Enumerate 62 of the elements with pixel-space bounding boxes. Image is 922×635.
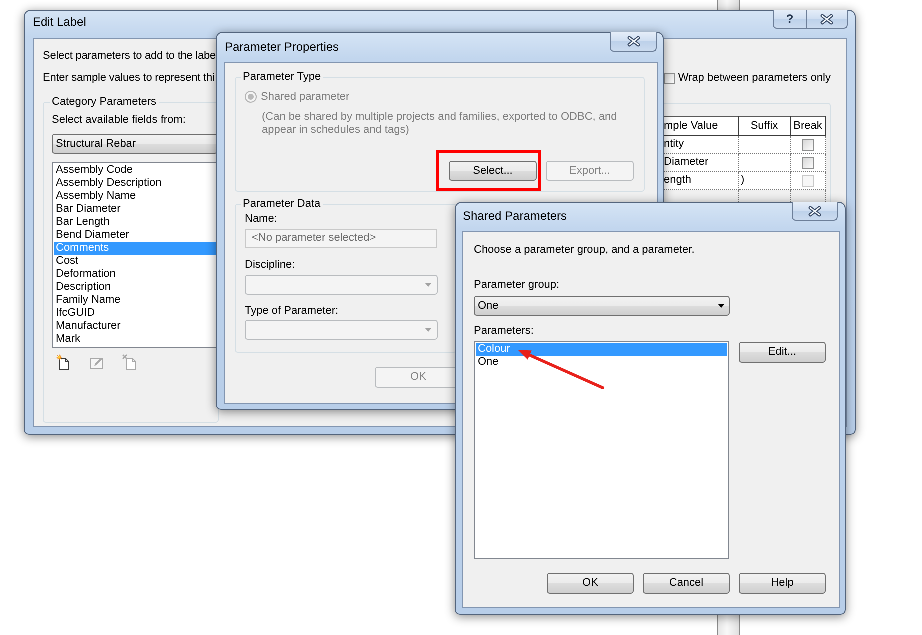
checkbox[interactable] bbox=[664, 72, 676, 84]
close-button[interactable] bbox=[610, 32, 657, 52]
list-item[interactable]: Manufacturer bbox=[54, 320, 216, 333]
cancel-button[interactable]: Cancel bbox=[643, 573, 730, 594]
list-item[interactable]: IfcGUID bbox=[54, 307, 216, 320]
list-item[interactable]: Bar Diameter bbox=[54, 203, 216, 216]
field-label: Select available fields from: bbox=[52, 113, 186, 127]
prompt-text: Choose a parameter group, and a parameter. bbox=[474, 243, 695, 257]
list-item[interactable]: Assembly Code bbox=[54, 164, 216, 177]
table-cell: ntity bbox=[664, 136, 739, 154]
help-button[interactable]: ? bbox=[773, 10, 806, 29]
list-item[interactable]: Assembly Name bbox=[54, 190, 216, 203]
list-item[interactable]: Description bbox=[54, 281, 216, 294]
list-item[interactable]: Deformation bbox=[54, 268, 216, 281]
instruction-text: Enter sample values to represent thi bbox=[43, 71, 215, 86]
background-strip bbox=[717, 614, 740, 635]
close-icon bbox=[626, 36, 640, 47]
field-label: Type of Parameter: bbox=[245, 304, 339, 318]
checkbox[interactable] bbox=[802, 138, 814, 150]
radio-label: Shared parameter bbox=[261, 90, 350, 104]
close-icon bbox=[808, 206, 822, 216]
list-item[interactable]: Bar Length bbox=[54, 216, 216, 229]
window-title: Edit Label bbox=[33, 15, 86, 30]
list-item[interactable]: One bbox=[476, 356, 727, 369]
field-label: Discipline: bbox=[245, 258, 296, 272]
page-star-icon[interactable] bbox=[56, 354, 71, 370]
list-item[interactable]: Family Name bbox=[54, 294, 216, 307]
checkbox[interactable] bbox=[802, 156, 814, 168]
list-item[interactable]: Mark bbox=[54, 333, 216, 346]
group-title: Parameter Data bbox=[242, 198, 322, 210]
group-title: Category Parameters bbox=[51, 96, 158, 108]
caret-icon bbox=[425, 283, 432, 287]
close-icon bbox=[820, 14, 834, 24]
group-title: Parameter Type bbox=[242, 71, 322, 83]
list-item[interactable]: Cost bbox=[54, 255, 216, 268]
background-strip bbox=[717, 0, 740, 11]
ok-button[interactable]: OK bbox=[547, 573, 634, 594]
close-button[interactable] bbox=[806, 10, 848, 29]
window-title: Parameter Properties bbox=[225, 40, 340, 55]
instruction-text: Select parameters to add to the labe bbox=[43, 49, 216, 64]
category-dropdown[interactable]: Structural Rebar bbox=[52, 134, 218, 154]
table-cell: ) bbox=[739, 172, 791, 190]
close-button[interactable] bbox=[792, 202, 838, 221]
select-button[interactable]: Select... bbox=[449, 161, 537, 181]
group-dropdown[interactable]: One bbox=[474, 296, 730, 316]
field-label: Parameters: bbox=[474, 324, 534, 338]
table-cell: Diameter bbox=[664, 154, 739, 172]
help-button[interactable]: Help bbox=[739, 573, 826, 594]
checkbox-label: Wrap between parameters only bbox=[678, 71, 831, 85]
column-header: mple Value bbox=[664, 116, 739, 136]
list-item[interactable]: Assembly Description bbox=[54, 177, 216, 190]
caret-icon bbox=[718, 304, 725, 308]
column-header: Break bbox=[791, 116, 826, 136]
edit-button[interactable]: Edit... bbox=[739, 342, 826, 363]
window-title: Shared Parameters bbox=[463, 209, 568, 224]
field-label: Parameter group: bbox=[474, 278, 560, 292]
description-text: (Can be shared by multiple projects and families, exported to ODBC, and appear in schedules and tags) bbox=[262, 111, 618, 137]
column-header: Suffix bbox=[739, 116, 791, 136]
field-label: Name: bbox=[245, 212, 278, 226]
caret-icon bbox=[425, 328, 432, 332]
table-cell: ength bbox=[664, 172, 739, 190]
list-item[interactable]: Bend Diameter bbox=[54, 229, 216, 242]
